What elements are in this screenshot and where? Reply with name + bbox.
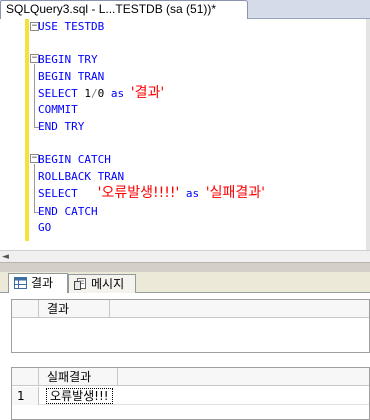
table-cell[interactable]: 오류발생!!! (46, 388, 113, 404)
keyword: END TRY (38, 120, 85, 133)
tab-results-label: 결과 (31, 276, 54, 290)
keyword: SELECT (38, 187, 78, 200)
grid-header-row: 실패결과 (12, 368, 369, 386)
editor-horizontal-scrollbar[interactable]: ◄ (0, 250, 370, 262)
keyword: END CATCH (38, 205, 98, 218)
row-number[interactable]: 1 (12, 387, 39, 405)
number-literal: 0 (97, 87, 105, 100)
keyword: BEGIN CATCH (38, 153, 111, 166)
operator: / (91, 87, 98, 100)
results-tabbar: 결과 메시지 (0, 272, 370, 294)
keyword: USE TESTDB (38, 20, 105, 33)
code-line-7: BEGIN CATCH (38, 152, 111, 168)
keyword: as (110, 87, 125, 100)
grid-icon (14, 277, 27, 289)
code-line-3: BEGIN TRAN (38, 69, 104, 85)
number-literal: 1 (84, 87, 91, 100)
keyword: SELECT (38, 87, 78, 100)
fold-guide-catch (34, 164, 35, 212)
query-editor[interactable]: − − − USE TESTDB BEGIN TRY BEGIN TRAN SE… (0, 19, 370, 250)
code-line-4: SELECT 1/0 as '결과' (38, 85, 164, 101)
pane-splitter[interactable] (0, 262, 370, 272)
column-header[interactable]: 실패결과 (40, 368, 118, 386)
document-tabbar: SQLQuery3.sql - L...TESTDB (sa (51))* (0, 0, 370, 19)
code-line-9: SELECT '오류발생!!!!' as '실패결과' (38, 185, 265, 201)
grid-header-row: 결과 (12, 300, 369, 318)
result-grid-2[interactable]: 실패결과 1 오류발생!!! (11, 367, 370, 420)
tab-results[interactable]: 결과 (8, 273, 68, 294)
grid-corner-cell[interactable] (12, 300, 39, 318)
code-line-8: ROLLBACK TRAN (38, 169, 124, 185)
grid-corner-cell[interactable] (12, 368, 39, 386)
code-line-10: END CATCH (38, 204, 98, 220)
tab-messages[interactable]: 메시지 (68, 274, 136, 294)
editor-vertical-scrollbar[interactable] (366, 19, 370, 250)
code-line-11: GO (38, 220, 51, 236)
column-header[interactable]: 결과 (40, 300, 110, 318)
string-literal: '결과' (130, 85, 165, 101)
string-literal: '오류발생!!!!' (97, 185, 180, 201)
keyword: GO (38, 221, 52, 234)
keyword: BEGIN TRAN (38, 70, 105, 83)
change-indicator-bar (25, 19, 29, 241)
scroll-left-icon[interactable]: ◄ (2, 252, 9, 262)
keyword: BEGIN TRY (38, 53, 98, 66)
query-document-tab[interactable]: SQLQuery3.sql - L...TESTDB (sa (51))* (0, 0, 248, 19)
result-grid-1[interactable]: 결과 (11, 299, 370, 353)
code-line-2: BEGIN TRY (38, 52, 98, 68)
fold-guide-try (34, 64, 35, 127)
keyword: COMMIT (38, 103, 78, 116)
code-line-5: COMMIT (38, 102, 78, 118)
table-row[interactable]: 1 오류발생!!! (12, 387, 369, 405)
keyword: ROLLBACK TRAN (38, 170, 125, 183)
keyword: as (185, 187, 200, 200)
message-doc-icon (74, 278, 86, 290)
tab-messages-label: 메시지 (91, 277, 125, 291)
results-pane: 결과 실패결과 1 오류발생!!! (0, 293, 370, 420)
string-literal: '실패결과' (205, 185, 266, 201)
code-line-1: USE TESTDB (38, 19, 104, 35)
code-line-6: END TRY (38, 119, 84, 135)
